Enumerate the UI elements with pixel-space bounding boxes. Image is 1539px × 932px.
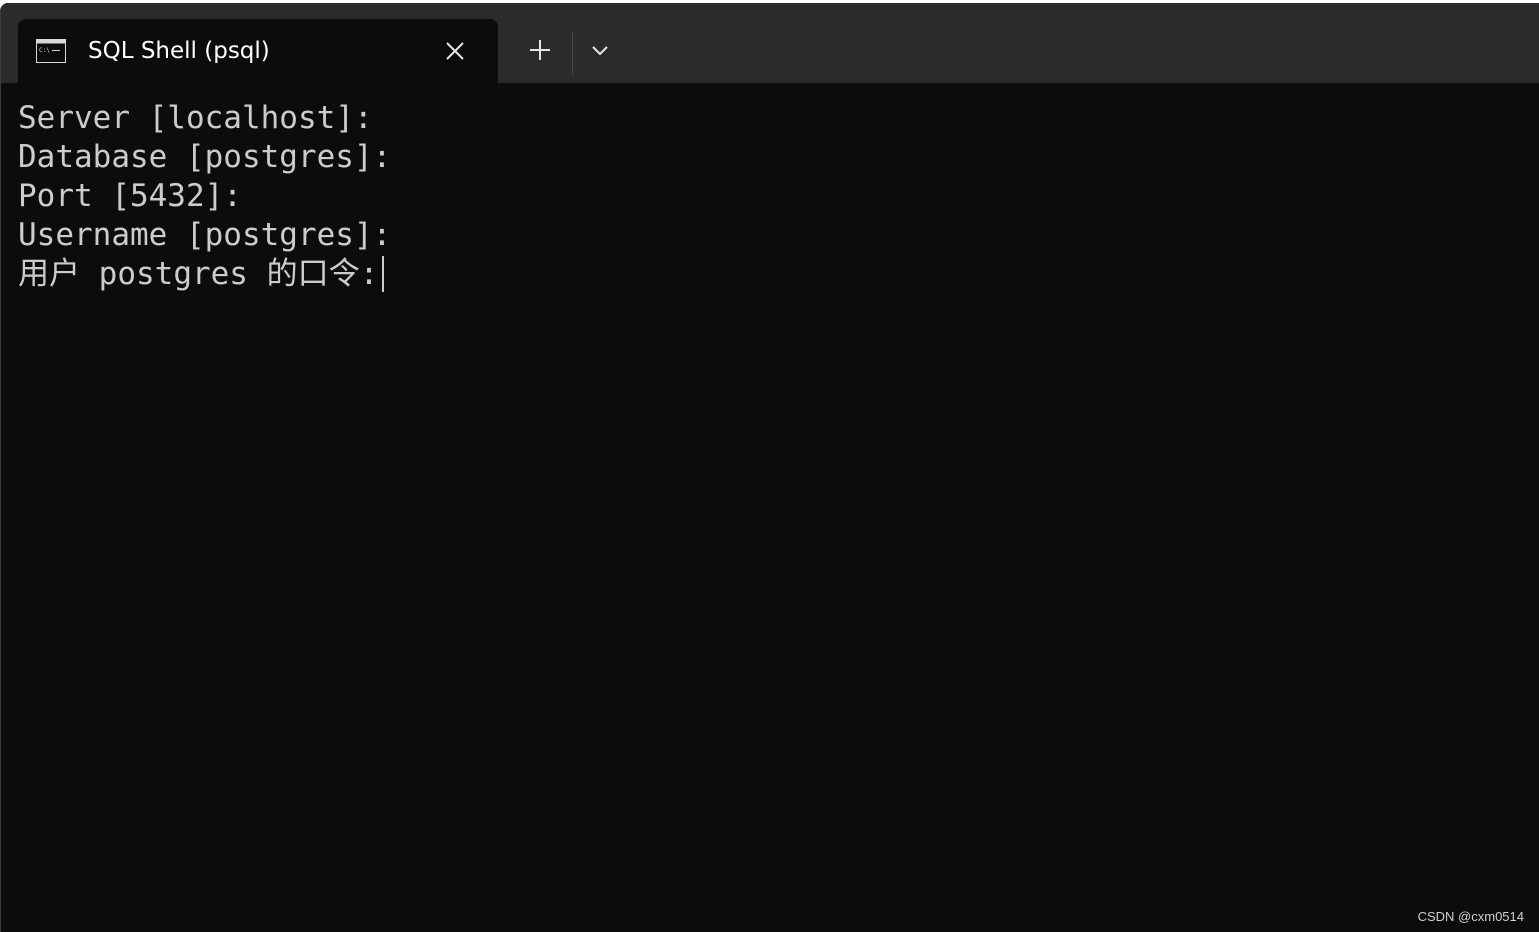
profile-dropdown-button[interactable] xyxy=(583,33,617,71)
chevron-down-icon xyxy=(591,43,609,61)
terminal-line-port: Port [5432]: xyxy=(18,178,242,214)
terminal-line-password-prompt[interactable]: 用户 postgres 的口令: xyxy=(18,255,1518,294)
terminal-output[interactable]: Server [localhost]: Database [postgres]:… xyxy=(18,99,1518,899)
tab-divider xyxy=(572,31,573,75)
close-icon[interactable] xyxy=(442,38,468,64)
tab-bar: C:\ SQL Shell (psql) xyxy=(1,3,1539,83)
terminal-line-database: Database [postgres]: xyxy=(18,139,392,175)
tab-sql-shell[interactable]: C:\ SQL Shell (psql) xyxy=(18,19,498,83)
svg-text:C:\: C:\ xyxy=(39,47,50,54)
terminal-icon: C:\ xyxy=(36,39,66,63)
plus-icon xyxy=(529,39,551,66)
watermark: CSDN @cxm0514 xyxy=(1417,909,1524,924)
text-cursor xyxy=(382,255,385,292)
terminal-line-server: Server [localhost]: xyxy=(18,100,373,136)
new-tab-button[interactable] xyxy=(521,33,559,71)
tab-title: SQL Shell (psql) xyxy=(88,38,270,64)
terminal-window: C:\ SQL Shell (psql) Server [localhost]:… xyxy=(0,3,1539,932)
password-prompt-text: 用户 postgres 的口令: xyxy=(18,256,379,292)
terminal-line-username: Username [postgres]: xyxy=(18,217,392,253)
